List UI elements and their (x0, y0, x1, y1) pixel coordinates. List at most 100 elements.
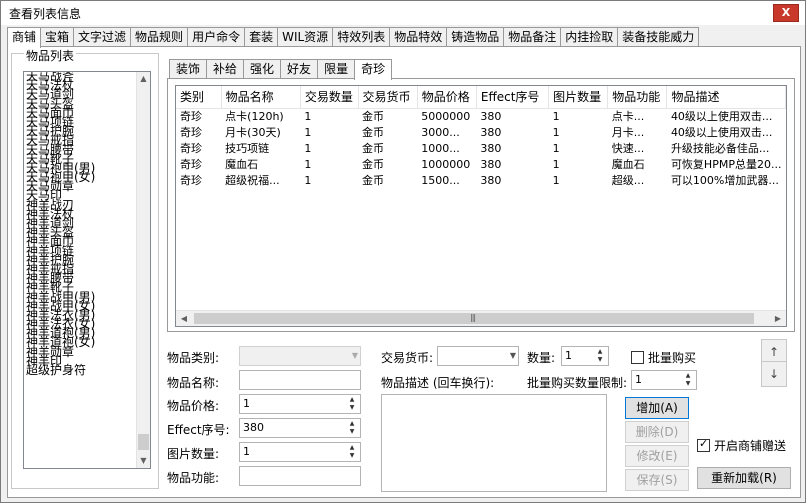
list-item[interactable]: 超级护身符 (26, 364, 136, 376)
column-header[interactable]: 类别 (176, 86, 222, 109)
chevron-down-icon: ▼ (351, 351, 358, 360)
function-input[interactable] (239, 466, 361, 486)
quantity-value: 1 (565, 349, 572, 362)
spin-buttons[interactable]: ▲ ▼ (593, 348, 607, 364)
table-row[interactable]: 奇珍 月卡(30天) 1 金币 3000... 380 1 月卡... 40级以上使用双击... (176, 125, 786, 141)
column-header[interactable]: 物品功能 (607, 86, 668, 109)
scroll-right-icon[interactable]: ▶ (770, 311, 786, 326)
table-cell: 40级以上使用双击... (670, 125, 773, 139)
tab-11[interactable]: 内挂捡取 (560, 27, 619, 47)
tab-8[interactable]: 物品特效 (389, 27, 448, 47)
enable-gift-label: 开启商铺赠送 (714, 439, 787, 453)
tab-5[interactable]: 套装 (244, 27, 279, 47)
bulk-limit-label: 批量购买数量限制: (527, 376, 628, 390)
scroll-down-icon[interactable]: ▼ (137, 454, 150, 468)
spin-buttons[interactable]: ▲ ▼ (345, 396, 359, 412)
description-textarea[interactable] (381, 394, 607, 492)
spin-buttons[interactable]: ▲ ▼ (345, 444, 359, 460)
category-tab-strip: 装饰 补给 强化 好友 限量 奇珍 (169, 59, 393, 80)
tab-9[interactable]: 铸造物品 (446, 27, 505, 47)
price-stepper[interactable]: 1 ▲ ▼ (239, 394, 361, 414)
table-cell: 1 (552, 141, 560, 155)
table-cell: 1 (304, 157, 312, 171)
checkbox-box[interactable] (697, 437, 710, 452)
tab-2[interactable]: 文字过滤 (73, 27, 132, 47)
spin-buttons[interactable]: ▲ ▼ (681, 372, 695, 388)
effect-label: Effect序号: (167, 423, 230, 437)
tab-3[interactable]: 物品规则 (130, 27, 189, 47)
checkbox-box[interactable] (631, 351, 644, 364)
category-tab-3[interactable]: 好友 (280, 59, 319, 79)
table-cell: 1 (552, 173, 560, 187)
column-header[interactable]: Effect序号 (476, 86, 550, 109)
table-cell: 技巧项链 (225, 141, 270, 155)
modify-button[interactable]: 修改(E) (625, 445, 689, 467)
table-cell: 5000000 (421, 109, 471, 123)
category-tab-5[interactable]: 奇珍 (354, 59, 393, 80)
table-cell: 可以100%增加武器... (670, 173, 779, 187)
table-row[interactable]: 奇珍 超级祝福... 1 金币 1500... 380 1 超级... 可以100%增加武器..… (176, 173, 786, 189)
table-cell: 金币 (362, 173, 385, 187)
image-count-value: 1 (243, 445, 250, 458)
tab-7[interactable]: 特效列表 (332, 27, 391, 47)
scroll-up-icon[interactable]: ▲ (137, 72, 150, 86)
table-cell: 1 (304, 141, 312, 155)
table-cell: 1 (552, 109, 560, 123)
table-cell: 40级以上使用双击... (670, 109, 773, 123)
save-button[interactable]: 保存(S) (625, 469, 689, 491)
currency-select[interactable]: ▼ (437, 346, 519, 366)
price-value: 1 (243, 397, 250, 410)
column-header[interactable]: 物品价格 (417, 86, 477, 109)
table-hscrollbar[interactable]: ◀ ||| ▶ (176, 310, 786, 326)
bulk-buy-checkbox[interactable]: 批量购买 (631, 349, 696, 366)
column-header[interactable]: 交易货币 (358, 86, 418, 109)
move-down-button[interactable]: ↓ (761, 361, 787, 387)
table-cell: 奇珍 (180, 125, 202, 139)
tab-12[interactable]: 装备技能威力 (617, 27, 700, 47)
item-listbox[interactable]: 天马战斧 天马法杖 天马道剑 天马头盔 天马面巾 天马项链 天马护腕 天马戒指 天马腰带 天马靴子… (23, 71, 151, 469)
table-row[interactable]: 奇珍 技巧项链 1 金币 1000... 380 1 快速... 升级技能必备佳品... (176, 141, 786, 157)
table-cell: 升级技能必备佳品... (670, 141, 770, 155)
image-count-label: 图片数量: (167, 447, 220, 461)
tab-6[interactable]: WIL资源 (277, 27, 334, 47)
table-cell: 点卡(120h) (225, 109, 284, 123)
name-input[interactable] (239, 370, 361, 390)
image-count-stepper[interactable]: 1 ▲ ▼ (239, 442, 361, 462)
spin-buttons[interactable]: ▲ ▼ (345, 420, 359, 436)
column-header[interactable]: 图片数量 (548, 86, 609, 109)
table-cell: 380 (480, 157, 502, 171)
tab-1[interactable]: 宝箱 (40, 27, 75, 47)
item-list-scrollbar[interactable]: ▲ ▼ (136, 72, 150, 468)
table-row[interactable]: 奇珍 魔血石 1 金币 1000000 380 1 魔血石 可恢复HPMP总量20... (176, 157, 786, 173)
close-button[interactable]: X (773, 4, 799, 22)
add-button[interactable]: 增加(A) (625, 397, 689, 419)
scroll-thumb[interactable] (138, 434, 149, 450)
scroll-left-icon[interactable]: ◀ (176, 311, 192, 326)
table-cell: 金币 (362, 125, 385, 139)
reload-button[interactable]: 重新加载(R) (697, 467, 791, 489)
quantity-stepper[interactable]: 1 ▲ ▼ (561, 346, 609, 366)
delete-button[interactable]: 删除(D) (625, 421, 689, 443)
tab-4[interactable]: 用户命令 (187, 27, 246, 47)
tab-10[interactable]: 物品备注 (503, 27, 562, 47)
effect-stepper[interactable]: 380 ▲ ▼ (239, 418, 361, 438)
tab-0[interactable]: 商铺 (7, 27, 42, 48)
table-row[interactable]: 奇珍 点卡(120h) 1 金币 5000000 380 1 点卡... 40级以上使用双击..… (176, 108, 786, 125)
category-tab-0[interactable]: 装饰 (169, 59, 208, 79)
table-cell: 1 (304, 173, 312, 187)
category-tab-1[interactable]: 补给 (206, 59, 245, 79)
bulk-limit-stepper[interactable]: 1 ▲ ▼ (631, 370, 697, 390)
table-cell: 可恢复HPMP总量20... (670, 157, 782, 171)
item-table[interactable]: 类别 物品名称 交易数量 交易货币 物品价格 Effect序号 图片数量 物品功能 物品描述 奇… (175, 85, 787, 327)
category-tab-2[interactable]: 强化 (243, 59, 282, 79)
category-tab-4[interactable]: 限量 (317, 59, 356, 79)
table-cell: 月卡(30天) (225, 125, 281, 139)
table-cell: 奇珍 (180, 141, 202, 155)
column-header[interactable]: 交易数量 (300, 86, 359, 109)
table-cell: 380 (480, 125, 502, 139)
column-header[interactable]: 物品描述 (666, 86, 786, 109)
name-label: 物品名称: (167, 376, 220, 390)
enable-gift-checkbox[interactable]: 开启商铺赠送 (697, 437, 786, 454)
category-select[interactable]: ▼ (239, 346, 361, 366)
column-header[interactable]: 物品名称 (221, 86, 301, 109)
